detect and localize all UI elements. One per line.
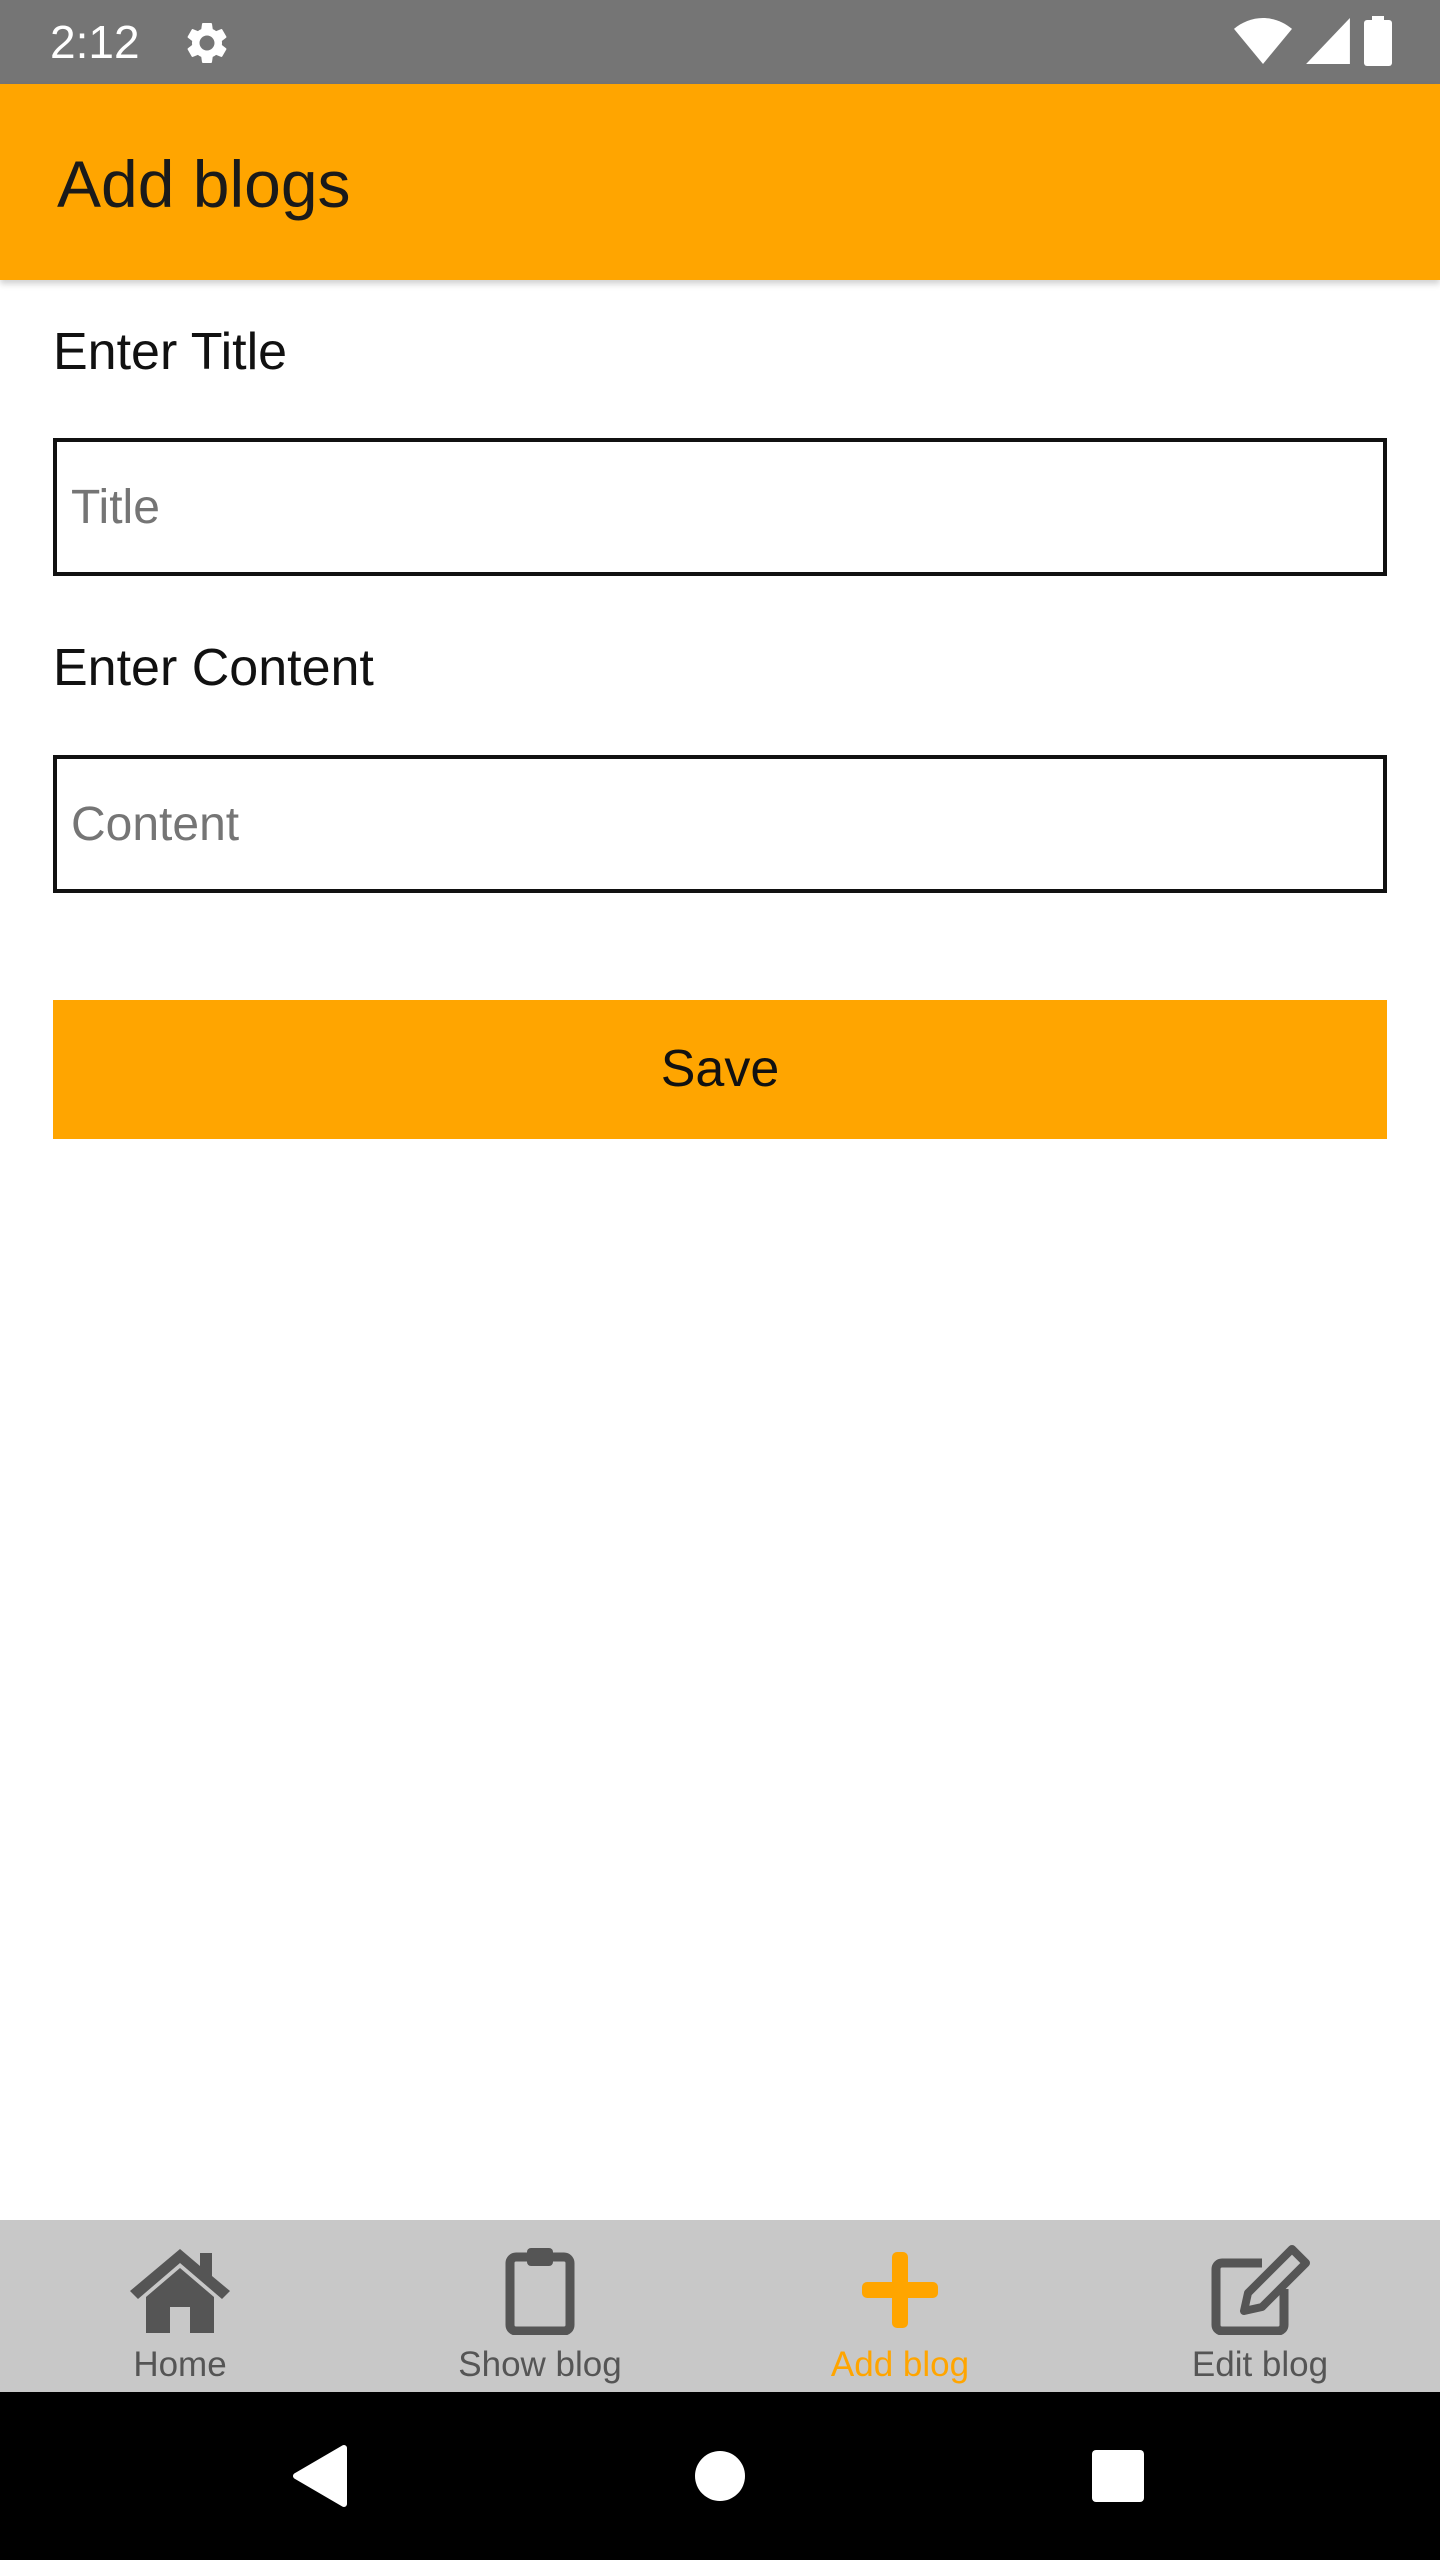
nav-label-show-blog: Show blog <box>458 2345 622 2384</box>
home-circle-icon[interactable] <box>680 2436 760 2516</box>
screen: 2:12 Add blogs Enter Title Title Enter C… <box>0 0 1440 2560</box>
title-input[interactable] <box>53 438 1387 576</box>
content-input[interactable] <box>53 755 1387 893</box>
battery-icon <box>1364 15 1392 71</box>
wifi-icon <box>1234 17 1292 69</box>
title-label: Enter Title <box>53 323 288 381</box>
recents-icon[interactable] <box>1078 2436 1158 2516</box>
nav-label-edit-blog: Edit blog <box>1191 2345 1329 2384</box>
nav-label-add-blog: Add blog <box>830 2345 970 2384</box>
page-title: Add blogs <box>57 147 351 221</box>
content-label: Enter Content <box>53 639 374 697</box>
status-icons <box>1234 15 1392 71</box>
gear-icon <box>182 18 232 68</box>
cell-signal-icon <box>1306 17 1350 69</box>
clipboard-icon <box>488 2238 592 2342</box>
back-icon[interactable] <box>280 2436 360 2516</box>
nav-item-home[interactable]: Home <box>0 2220 360 2392</box>
nav-item-add-blog[interactable]: Add blog <box>720 2220 1080 2392</box>
plus-icon <box>848 2238 952 2342</box>
nav-item-edit-blog[interactable]: Edit blog <box>1080 2220 1440 2392</box>
app-bar: Add blogs <box>0 84 1440 280</box>
home-icon <box>128 2238 232 2342</box>
bottom-navigation: Home Show blog Add blog Edit blog <box>0 2220 1440 2392</box>
status-bar: 2:12 <box>0 0 1440 84</box>
edit-icon <box>1208 2238 1312 2342</box>
save-button[interactable]: Save <box>53 1000 1387 1139</box>
status-time: 2:12 <box>50 16 140 68</box>
nav-item-show-blog[interactable]: Show blog <box>360 2220 720 2392</box>
system-navigation-bar <box>0 2392 1440 2560</box>
nav-label-home: Home <box>133 2345 227 2384</box>
